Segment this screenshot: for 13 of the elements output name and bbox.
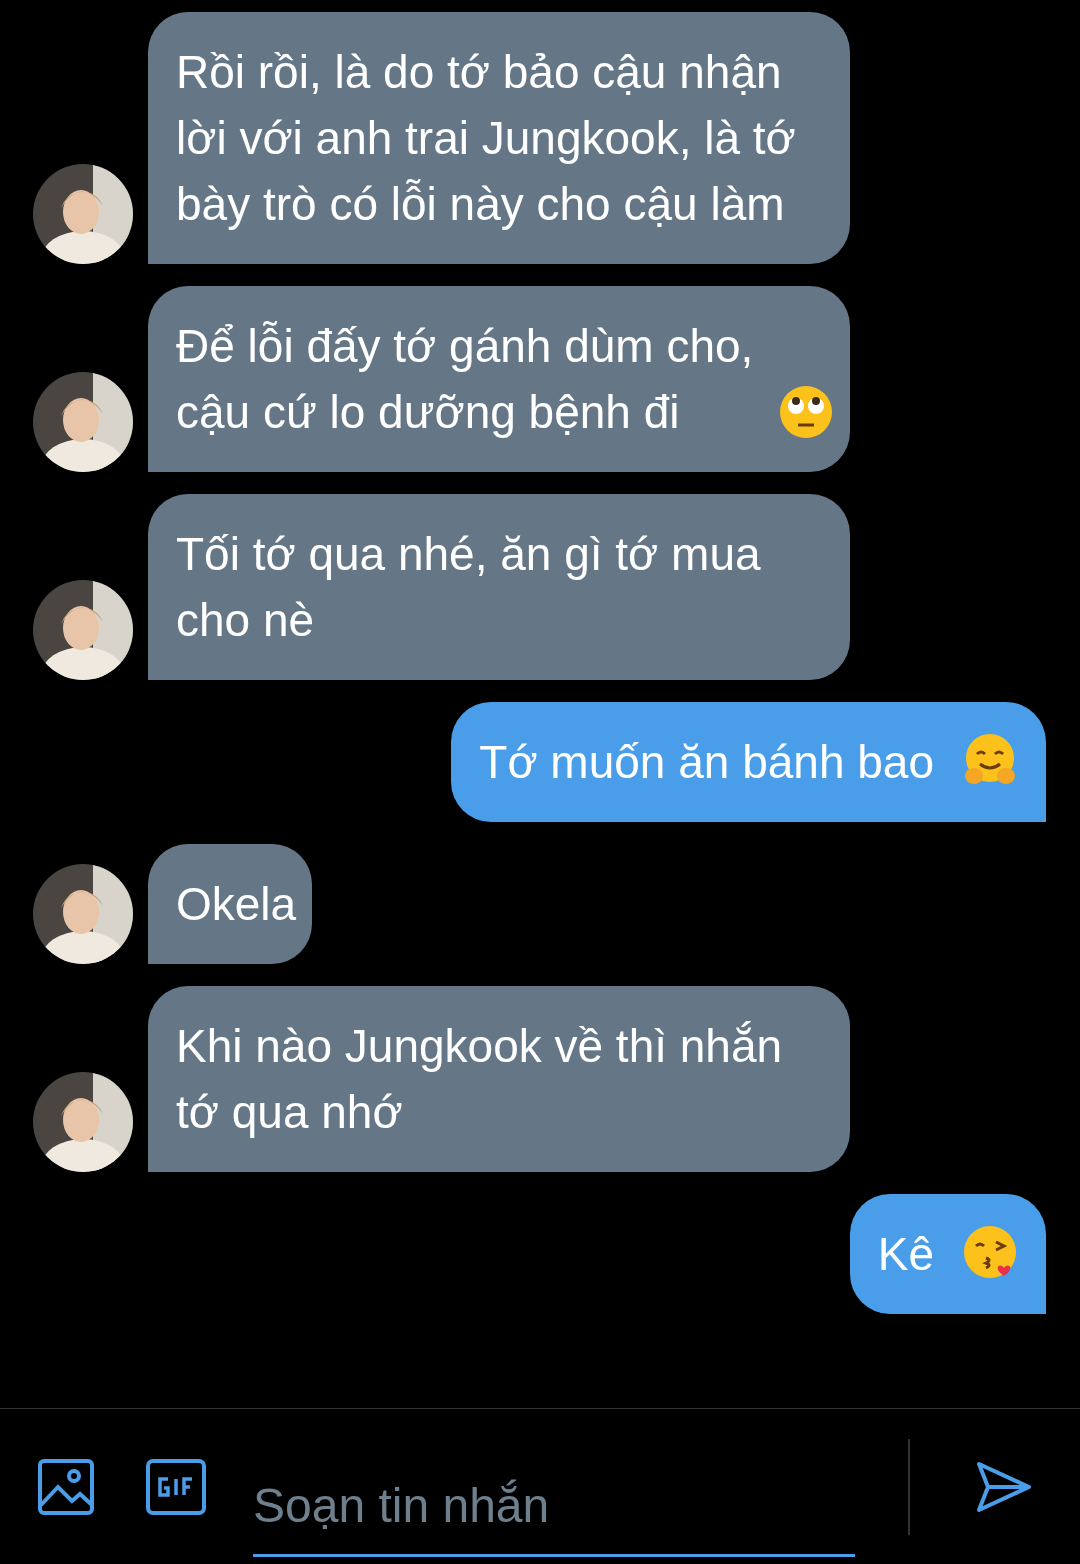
message-text: Kê [877,1227,934,1282]
message-text: Rồi rồi, là do tớ bảo cậu nhận lời với anh trai Jungkook, là tớ bày trò có lỗi này cho cậu làm [176,45,797,232]
message-text: Khi nào Jungkook về thì nhắn tớ qua nhớ [176,1019,784,1140]
message-text: Để lỗi đấy tớ gánh dùm cho, cậu cứ lo dưỡng bệnh đi [176,319,755,440]
eye-roll-emoji-icon [778,384,834,440]
message-text: Tối tớ qua nhé, ăn gì tớ mua cho nè [176,527,762,648]
gif-icon[interactable] [146,1458,206,1515]
message-text: Tớ muốn ăn bánh bao [479,735,934,790]
kissing-emoji-icon [962,1223,1018,1280]
send-icon[interactable] [976,1460,1032,1513]
message-text: Okela [176,877,297,932]
image-icon[interactable] [38,1458,94,1515]
message-field[interactable]: Soạn tin nhắn [253,1456,855,1557]
